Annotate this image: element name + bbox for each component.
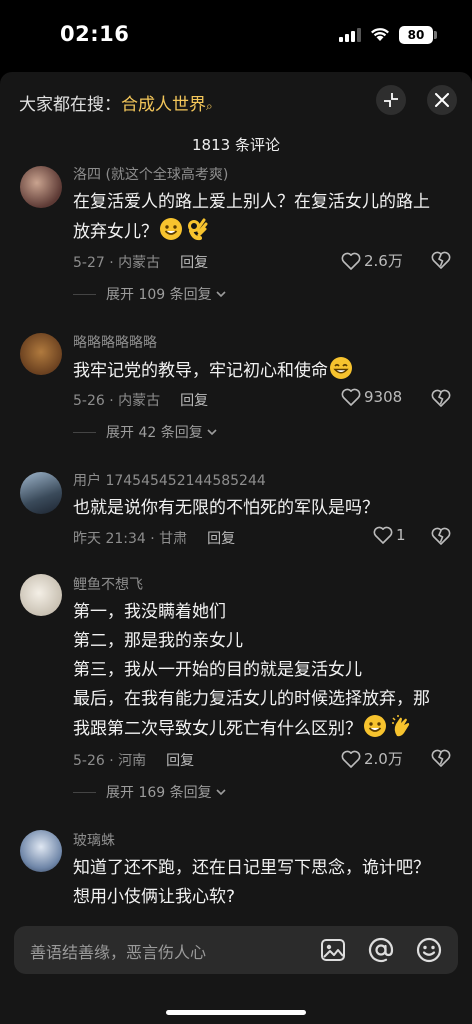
comment-username[interactable]: 洛四 (就这个全球高考爽): [73, 164, 228, 184]
status-bar: 02:16 80: [0, 0, 472, 70]
comment-count: 1813 条评论: [192, 136, 280, 154]
comment-meta: 5-27 · 内蒙古 回复: [73, 252, 208, 272]
comment-meta: 昨天 21:34 · 甘肃 回复: [73, 528, 235, 548]
like-count: 9308: [364, 388, 403, 406]
comment-input-bar[interactable]: 善语结善缘，恶言伤人心: [14, 926, 458, 974]
emoji-icon[interactable]: [415, 936, 443, 964]
home-indicator: [166, 1010, 306, 1015]
avatar[interactable]: [20, 830, 62, 872]
comment-text-line: 第二，那是我的亲女儿: [73, 631, 243, 651]
avatar[interactable]: [20, 166, 62, 208]
search-icon: ⌕: [206, 99, 213, 113]
status-time: 02:16: [60, 22, 130, 46]
comment-username[interactable]: 略略略略略略: [73, 332, 157, 352]
fullscreen-icon: [384, 93, 398, 107]
like-count: 2.6万: [364, 252, 403, 270]
comment-text-fragment: 我牢记党的教导，牢记初心和使命: [73, 361, 328, 381]
like-button[interactable]: 1: [373, 526, 406, 544]
like-count: 2.0万: [364, 750, 403, 768]
expand-replies-label: 展开 109 条回复: [106, 287, 212, 303]
close-icon: [435, 93, 449, 107]
comment-text-line: 我牢记党的教导，牢记初心和使命: [73, 356, 458, 386]
expand-replies-button[interactable]: 展开 169 条回复: [73, 782, 227, 802]
search-suggestion[interactable]: 大家都在搜：合成人世界⌕: [19, 90, 213, 115]
at-icon[interactable]: [367, 936, 395, 964]
heart-icon: [341, 750, 361, 768]
chevron-down-icon: [216, 291, 226, 298]
close-button[interactable]: [427, 85, 457, 115]
divider-line: [73, 293, 96, 295]
comment-meta: 5-26 · 内蒙古 回复: [73, 390, 208, 410]
battery-indicator: 80: [399, 26, 433, 44]
image-icon[interactable]: [319, 936, 347, 964]
reply-button[interactable]: 回复: [180, 255, 208, 271]
broken-heart-icon[interactable]: [431, 389, 451, 407]
comment-text-line: 也就是说你有无限的不怕死的军队是吗？: [73, 498, 379, 518]
comment-text: 第一，我没瞒着她们 第二，那是我的亲女儿 第三，我从一开始的目的就是复活女儿 最…: [73, 598, 458, 744]
search-keyword[interactable]: 合成人世界: [121, 95, 206, 115]
comment-input[interactable]: 善语结善缘，恶言伤人心: [30, 939, 206, 963]
comment-meta: 5-26 · 河南 回复: [73, 750, 194, 770]
divider-line: [73, 431, 96, 433]
like-button[interactable]: 9308: [341, 388, 402, 406]
clapping-hands-emoji-icon: [389, 714, 413, 738]
comment-text-line: 在复活爱人的路上爱上别人？在复活女儿的路上: [73, 192, 430, 212]
comment-text: 知道了还不跑，还在日记里写下思念，诡计吧？ 想用小伎俩让我心软?: [73, 854, 458, 912]
expand-replies-button[interactable]: 展开 109 条回复: [73, 284, 227, 304]
broken-heart-icon[interactable]: [431, 749, 451, 767]
broken-heart-icon[interactable]: [431, 251, 451, 269]
avatar[interactable]: [20, 333, 62, 375]
comment-username[interactable]: 用户 174545452144585244: [73, 470, 266, 490]
comment-text-fragment: 我跟第二次导致女儿死亡有什么区别？: [73, 719, 362, 739]
chevron-down-icon: [207, 429, 217, 436]
comment-sheet: 大家都在搜：合成人世界⌕ 1813 条评论 洛四 (就这个全球高考爽) 在复活爱…: [0, 72, 472, 1024]
avatar[interactable]: [20, 574, 62, 616]
chevron-down-icon: [216, 789, 226, 796]
divider-line: [73, 791, 96, 793]
like-button[interactable]: 2.0万: [341, 748, 403, 769]
wifi-icon: [371, 28, 389, 41]
reply-button[interactable]: 回复: [207, 531, 235, 547]
comment-text-line: 想用小伎俩让我心软?: [73, 887, 236, 907]
like-button[interactable]: 2.6万: [341, 250, 403, 271]
grin-emoji-icon: [329, 356, 353, 380]
heart-icon: [341, 252, 361, 270]
smile-emoji-icon: [363, 714, 387, 738]
avatar[interactable]: [20, 472, 62, 514]
expand-replies-label: 展开 169 条回复: [106, 785, 212, 801]
cellular-signal-icon: [339, 28, 361, 42]
comment-username[interactable]: 鲤鱼不想飞: [73, 574, 143, 594]
ok-hand-emoji-icon: [185, 217, 209, 241]
comment-text: 我牢记党的教导，牢记初心和使命: [73, 356, 458, 386]
smile-emoji-icon: [159, 217, 183, 241]
reply-button[interactable]: 回复: [180, 393, 208, 409]
comment-date-location: 昨天 21:34 · 甘肃: [73, 531, 188, 547]
comment-date-location: 5-26 · 内蒙古: [73, 393, 161, 409]
comment-text-line: 我跟第二次导致女儿死亡有什么区别？: [73, 714, 458, 744]
comment-text-fragment: 放弃女儿？: [73, 222, 158, 242]
comment-text-line: 知道了还不跑，还在日记里写下思念，诡计吧？: [73, 858, 430, 878]
broken-heart-icon[interactable]: [431, 527, 451, 545]
fullscreen-button[interactable]: [376, 85, 406, 115]
heart-icon: [373, 526, 393, 544]
battery-tip: [434, 31, 437, 39]
comment-text-line: 第三，我从一开始的目的就是复活女儿: [73, 660, 362, 680]
comment-text-line: 最后，在我有能力复活女儿的时候选择放弃，那: [73, 689, 430, 709]
expand-replies-button[interactable]: 展开 42 条回复: [73, 422, 218, 442]
comment-text-line: 放弃女儿？: [73, 217, 458, 247]
comment-text: 也就是说你有无限的不怕死的军队是吗？: [73, 494, 458, 523]
comment-username[interactable]: 玻璃蛛: [73, 830, 115, 850]
comment-date-location: 5-27 · 内蒙古: [73, 255, 161, 271]
heart-icon: [341, 388, 361, 406]
like-count: 1: [396, 526, 406, 544]
comment-date-location: 5-26 · 河南: [73, 753, 147, 769]
expand-replies-label: 展开 42 条回复: [106, 425, 203, 441]
reply-button[interactable]: 回复: [166, 753, 194, 769]
comment-text: 在复活爱人的路上爱上别人？在复活女儿的路上 放弃女儿？: [73, 188, 458, 247]
comment-text-line: 第一，我没瞒着她们: [73, 602, 226, 622]
search-prefix: 大家都在搜：: [19, 95, 121, 115]
